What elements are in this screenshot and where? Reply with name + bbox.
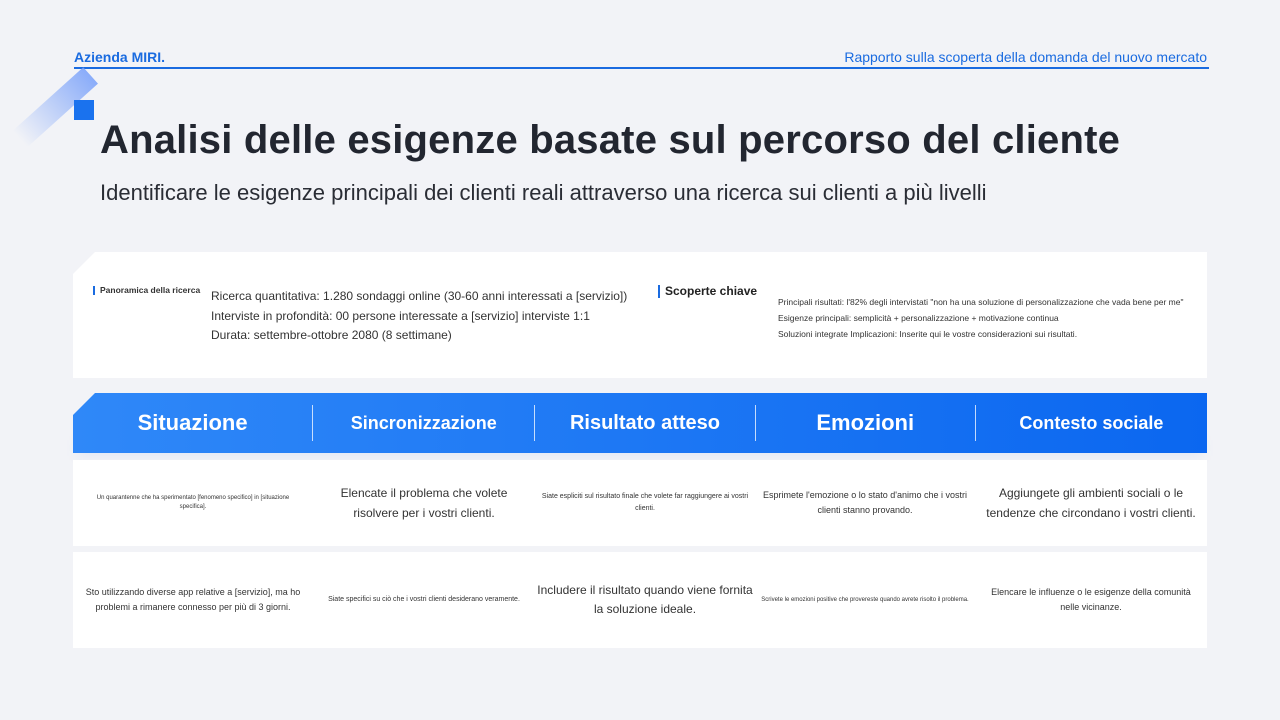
research-overview-label: Panoramica della ricerca [93,286,200,295]
header-divider [74,67,1209,69]
key-findings-lines: Principali risultati: l'82% degli interv… [778,294,1184,342]
column-header-band: Situazione Sincronizzazione Risultato at… [73,393,1207,453]
company-name: Azienda MIRI. [74,49,166,65]
key-finding-line: Soluzioni integrate Implicazioni: Inseri… [778,329,1078,339]
key-finding-line: Esigenze principali: semplicità + person… [778,313,1059,323]
table-row: Un quarantenne che ha sperimentato [feno… [73,460,1207,546]
overview-line: Ricerca quantitativa: 1.280 sondaggi onl… [211,289,628,303]
table-cell: Scrivete le emozioni positive che prover… [761,597,969,603]
key-finding-line: Principali risultati: l'82% degli interv… [778,297,1184,307]
overview-line: Durata: settembre-ottobre 2080 (8 settim… [211,328,452,342]
column-header-synchronization: Sincronizzazione [350,412,497,433]
table-cell: Aggiungete gli ambienti sociali o le ten… [986,486,1196,520]
key-findings-label: Scoperte chiave [658,285,757,298]
table-cell: Un quarantenne che ha sperimentato [feno… [96,495,290,510]
table-row: Sto utilizzando diverse app relative a [… [73,552,1207,648]
table-cell: Sto utilizzando diverse app relative a [… [85,587,301,612]
decorative-square [74,100,94,120]
column-header-social-context: Contesto sociale [1019,412,1164,433]
table-cell: Siate specifici su ciò che i vostri clie… [328,596,520,603]
research-overview-lines: Ricerca quantitativa: 1.280 sondaggi onl… [211,287,627,346]
column-header-situation: Situazione [137,410,248,435]
table-cell: Includere il risultato quando viene forn… [537,583,753,616]
research-overview-panel: Panoramica della ricerca Ricerca quantit… [73,252,1207,378]
report-title: Rapporto sulla scoperta della domanda de… [844,49,1207,65]
overview-line: Interviste in profondità: 00 persone int… [211,308,590,323]
table-cell: Elencate il problema che volete risolver… [340,486,508,520]
column-header-expected-result: Risultato atteso [569,411,720,434]
table-cell: Siate espliciti sul risultato finale che… [541,493,749,512]
column-header-emotions: Emozioni [816,410,915,435]
table-cell: Esprimete l'emozione o lo stato d'animo … [762,490,968,515]
page-title: Analisi delle esigenze basate sul percor… [100,118,1121,162]
page-subtitle: Identificare le esigenze principali dei … [100,180,987,205]
table-cell: Elencare le influenze o le esigenze dell… [991,587,1191,612]
